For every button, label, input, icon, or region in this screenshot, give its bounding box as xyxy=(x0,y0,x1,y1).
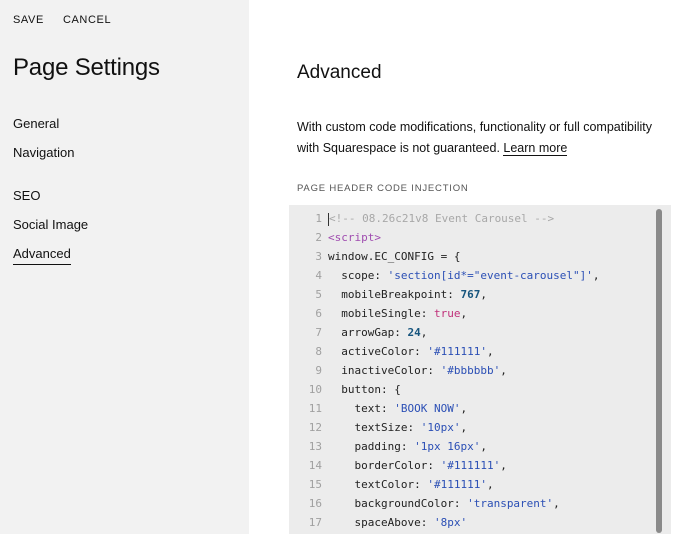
code-token: 'BOOK NOW' xyxy=(394,402,461,415)
code-token: '1px 16px' xyxy=(414,440,481,453)
learn-more-link[interactable]: Learn more xyxy=(503,141,568,156)
code-token: , xyxy=(592,269,600,282)
line-number: 5 xyxy=(315,288,322,301)
line-number: 17 xyxy=(308,516,322,529)
code-token: , xyxy=(460,307,468,320)
code-token: 767 xyxy=(460,288,481,301)
code-token: , xyxy=(480,288,487,301)
code-token: arrowGap: xyxy=(328,326,408,339)
line-number: 14 xyxy=(308,459,322,472)
code-token: backgroundColor: xyxy=(328,497,468,510)
code-line: 12 textSize: '10px', xyxy=(289,418,467,437)
code-line: 11 text: 'BOOK NOW', xyxy=(289,399,467,418)
code-token: , xyxy=(486,345,494,358)
line-number: 3 xyxy=(315,250,322,263)
code-token: '10px' xyxy=(420,421,461,434)
description: With custom code modifications, function… xyxy=(297,117,677,159)
code-line: 2 <script> xyxy=(289,228,381,247)
sidebar-item-general[interactable]: General xyxy=(13,116,59,131)
code-line: 16 backgroundColor: 'transparent', xyxy=(289,494,560,513)
code-token: mobileBreakpoint: xyxy=(328,288,461,301)
code-token: textSize: xyxy=(328,421,421,434)
sidebar-item-seo[interactable]: SEO xyxy=(13,188,40,203)
code-line: 15 textColor: '#111111', xyxy=(289,475,494,494)
code-line: 5 mobileBreakpoint: 767, xyxy=(289,285,487,304)
code-line: 6 mobileSingle: true, xyxy=(289,304,467,323)
code-token: , xyxy=(460,402,468,415)
line-number: 13 xyxy=(308,440,322,453)
sidebar-item-social-image[interactable]: Social Image xyxy=(13,217,88,232)
topbar-actions: SAVE CANCEL xyxy=(13,14,111,26)
code-line: 10 button: { xyxy=(289,380,401,399)
code-token: '#111111' xyxy=(440,459,501,472)
code-token: borderColor: xyxy=(328,459,441,472)
code-token: , xyxy=(553,497,560,510)
code-token: , xyxy=(486,478,494,491)
code-editor[interactable]: 1 <!-- 08.26c21v8 Event Carousel --> 2 <scr… xyxy=(289,205,671,534)
code-line: 4 scope: 'section[id*="event-carousel"]'… xyxy=(289,266,600,285)
line-number: 2 xyxy=(315,231,322,244)
code-line: 8 activeColor: '#111111', xyxy=(289,342,494,361)
settings-sidebar: SAVE CANCEL Page Settings General Naviga… xyxy=(0,0,249,534)
code-token: window.EC_CONFIG = { xyxy=(328,250,461,263)
code-token: 24 xyxy=(407,326,421,339)
sidebar-item-advanced[interactable]: Advanced xyxy=(13,246,71,265)
code-token: true xyxy=(433,307,461,320)
code-token: <!-- 08.26c21v8 Event Carousel --> xyxy=(329,212,555,225)
line-number: 8 xyxy=(315,345,322,358)
code-line: 17 spaceAbove: '8px' xyxy=(289,513,467,532)
line-number: 11 xyxy=(308,402,322,415)
line-number: 16 xyxy=(308,497,322,510)
code-token: , xyxy=(500,364,507,377)
code-token: inactiveColor: xyxy=(328,364,441,377)
header-injection-label: PAGE HEADER CODE INJECTION xyxy=(297,183,469,194)
code-token: , xyxy=(420,326,428,339)
code-token: spaceAbove: xyxy=(328,516,434,529)
line-number: 4 xyxy=(315,269,322,282)
code-line: 9 inactiveColor: '#bbbbbb', xyxy=(289,361,507,380)
code-token: button: { xyxy=(328,383,401,396)
code-line: 7 arrowGap: 24, xyxy=(289,323,427,342)
code-token: , xyxy=(480,440,487,453)
code-token: textColor: xyxy=(328,478,428,491)
editor-scrollbar[interactable] xyxy=(656,209,662,533)
code-line: 14 borderColor: '#111111', xyxy=(289,456,507,475)
code-token: '8px' xyxy=(433,516,468,529)
line-number: 12 xyxy=(308,421,322,434)
code-token: scope: xyxy=(328,269,388,282)
code-line: 1 <!-- 08.26c21v8 Event Carousel --> xyxy=(289,209,554,228)
section-heading: Advanced xyxy=(297,62,382,83)
code-token: activeColor: xyxy=(328,345,428,358)
line-number: 6 xyxy=(315,307,322,320)
line-number: 7 xyxy=(315,326,322,339)
code-token: '#bbbbbb' xyxy=(440,364,501,377)
line-number: 15 xyxy=(308,478,322,491)
code-line: 3 window.EC_CONFIG = { xyxy=(289,247,460,266)
sidebar-item-navigation[interactable]: Navigation xyxy=(13,145,74,160)
code-token: , xyxy=(460,421,468,434)
advanced-panel: Advanced With custom code modifications,… xyxy=(249,0,700,534)
code-token: 'transparent' xyxy=(467,497,554,510)
line-number: 1 xyxy=(315,212,322,225)
line-number: 9 xyxy=(315,364,322,377)
code-token: 'section[id*="event-carousel"]' xyxy=(387,269,593,282)
code-token: , xyxy=(500,459,507,472)
code-token: mobileSingle: xyxy=(328,307,434,320)
code-token: padding: xyxy=(328,440,415,453)
line-number: 10 xyxy=(308,383,322,396)
page-title: Page Settings xyxy=(13,54,160,81)
save-button[interactable]: SAVE xyxy=(13,14,44,26)
code-token: '#111111' xyxy=(427,478,487,491)
description-text: With custom code modifications, function… xyxy=(297,120,653,155)
cancel-button[interactable]: CANCEL xyxy=(63,14,111,26)
code-line: 13 padding: '1px 16px', xyxy=(289,437,487,456)
code-token: <script> xyxy=(328,231,381,244)
code-token: '#111111' xyxy=(427,345,487,358)
code-token: text: xyxy=(328,402,395,415)
